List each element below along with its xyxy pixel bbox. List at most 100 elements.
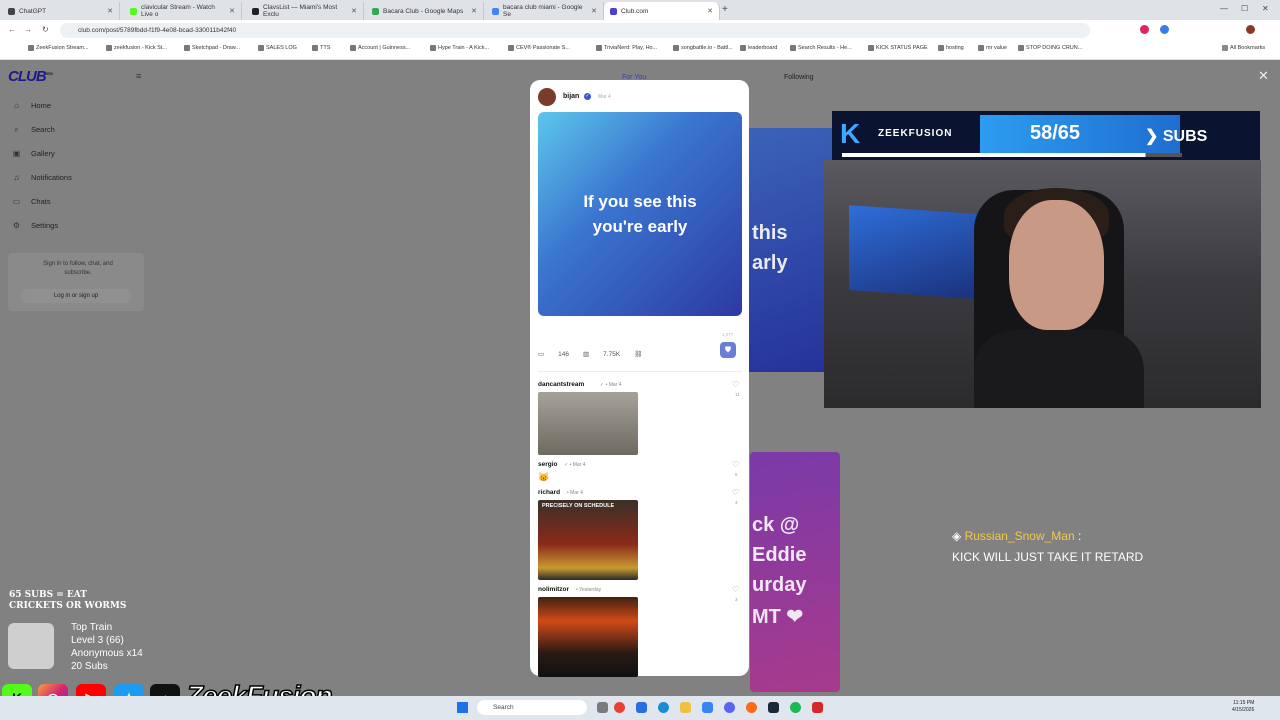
edge-icon[interactable] bbox=[658, 702, 669, 713]
reload-icon[interactable]: ↻ bbox=[42, 25, 49, 34]
menu-icon[interactable]: ≡ bbox=[136, 71, 141, 81]
comment-author[interactable]: richard bbox=[538, 489, 560, 496]
sidebar-item-home[interactable]: ⌂ Home bbox=[12, 101, 51, 110]
close-tab-icon[interactable]: ✕ bbox=[107, 7, 113, 15]
post-author[interactable]: bijan bbox=[563, 93, 579, 100]
view-count: 7.75K bbox=[603, 350, 621, 358]
url-input[interactable]: club.com/post/5789fbdd-f1f9-4e08-bcad-33… bbox=[60, 23, 1090, 38]
comment-gif[interactable]: PRECISELY ON SCHEDULE bbox=[538, 500, 638, 580]
bookmark-icon bbox=[508, 45, 514, 51]
sidebar-item-settings[interactable]: ⚙ Settings bbox=[12, 221, 58, 230]
like-count: 4 bbox=[735, 500, 738, 505]
like-icon[interactable]: ♡ bbox=[732, 380, 739, 389]
gift-icon[interactable]: ⛊ bbox=[720, 342, 736, 358]
extension-icon[interactable] bbox=[1140, 25, 1149, 34]
hype-train-line: 20 Subs bbox=[71, 661, 108, 672]
chat-username: Russian_Snow_Man bbox=[964, 529, 1075, 543]
bookmark-item[interactable]: leaderboard bbox=[740, 45, 777, 51]
bookmark-item[interactable]: CEV® Passionate S... bbox=[508, 45, 570, 51]
sub-goal-progress bbox=[842, 153, 1182, 157]
comment-author[interactable]: sergio bbox=[538, 461, 558, 468]
bookmark-item[interactable]: TTS bbox=[312, 45, 330, 51]
like-icon[interactable]: ♡ bbox=[732, 585, 739, 594]
close-tab-icon[interactable]: ✕ bbox=[707, 7, 713, 15]
bookmark-item[interactable]: hosting bbox=[938, 45, 964, 51]
bookmark-item[interactable]: SALES LOG bbox=[258, 45, 297, 51]
browser-tab[interactable]: Club.com ✕ bbox=[604, 2, 720, 20]
background-post-card[interactable]: ck @ Eddie urday MT ❤ bbox=[750, 452, 840, 692]
bookmark-item[interactable]: zeekfusion - Kick St... bbox=[106, 45, 167, 51]
bookmark-item[interactable]: STOP DOING CRUN... bbox=[1018, 45, 1082, 51]
bookmark-item[interactable]: Sketchpad - Draw... bbox=[184, 45, 240, 51]
train-icon bbox=[8, 623, 54, 669]
all-bookmarks[interactable]: All Bookmarks bbox=[1222, 45, 1265, 51]
discord-icon[interactable] bbox=[724, 702, 735, 713]
sidebar-item-chats[interactable]: ▭ Chats bbox=[12, 197, 51, 206]
like-count: 6 bbox=[735, 472, 738, 477]
spotify-icon[interactable] bbox=[790, 702, 801, 713]
file-explorer-icon[interactable] bbox=[680, 702, 691, 713]
sidebar-item-label: Search bbox=[31, 125, 55, 134]
browser-tab[interactable]: bacara club miami - Google Se ✕ bbox=[486, 2, 604, 20]
back-icon[interactable]: ← bbox=[8, 25, 16, 34]
comment-icon[interactable]: ▭ bbox=[538, 350, 544, 358]
profile-avatar[interactable] bbox=[1246, 25, 1255, 34]
extension-icon[interactable] bbox=[1160, 25, 1169, 34]
sidebar-item-label: Gallery bbox=[31, 149, 55, 158]
author-avatar[interactable] bbox=[538, 88, 556, 106]
club-logo[interactable]: CLUBBETA bbox=[8, 68, 53, 85]
comment-gif[interactable] bbox=[538, 597, 638, 677]
steam-icon[interactable] bbox=[768, 702, 779, 713]
pdf-icon[interactable] bbox=[812, 702, 823, 713]
close-tab-icon[interactable]: ✕ bbox=[591, 7, 597, 15]
sidebar-item-notifications[interactable]: ♫ Notifications bbox=[12, 173, 72, 182]
chat-message: ◈ Russian_Snow_Man : KICK WILL JUST TAKE… bbox=[952, 529, 1144, 564]
bookmark-item[interactable]: ZeekFusion Stream... bbox=[28, 45, 89, 51]
taskbar-clock[interactable]: 11:15 PM 4/15/2026 bbox=[1232, 700, 1254, 714]
bookmark-item[interactable]: Hype Train - A Kick... bbox=[430, 45, 489, 51]
tab-following[interactable]: Following bbox=[784, 74, 814, 81]
maximize-icon[interactable]: ☐ bbox=[1241, 4, 1248, 13]
minimize-icon[interactable]: — bbox=[1220, 4, 1228, 13]
bookmark-item[interactable]: mr value bbox=[978, 45, 1007, 51]
bell-icon: ♫ bbox=[13, 173, 20, 182]
browser-tab[interactable]: ChatGPT ✕ bbox=[2, 2, 120, 20]
close-tab-icon[interactable]: ✕ bbox=[351, 7, 357, 15]
post-image[interactable]: If you see this you're early bbox=[538, 112, 742, 316]
comment-author[interactable]: dancantstream bbox=[538, 381, 584, 388]
sidebar-item-search[interactable]: ⌕ Search bbox=[12, 125, 55, 134]
bookmark-icon bbox=[430, 45, 436, 51]
like-icon[interactable]: ♡ bbox=[732, 460, 739, 469]
mail-icon[interactable] bbox=[702, 702, 713, 713]
forward-icon[interactable]: → bbox=[24, 25, 32, 34]
browser-tab[interactable]: ClavsList — Miami's Most Exclu ✕ bbox=[246, 2, 364, 20]
browser-tab[interactable]: clavicular Stream - Watch Live o ✕ bbox=[124, 2, 242, 20]
tab-title: bacara club miami - Google Se bbox=[503, 4, 583, 18]
link-icon[interactable]: ⛓ bbox=[634, 350, 642, 358]
close-tab-icon[interactable]: ✕ bbox=[229, 7, 235, 15]
like-icon[interactable]: ♡ bbox=[732, 488, 739, 497]
login-button[interactable]: Log in or sign up bbox=[20, 289, 132, 303]
bookmark-item[interactable]: Account | Guinness... bbox=[350, 45, 410, 51]
bookmark-item[interactable]: Search Results - He... bbox=[790, 45, 852, 51]
bookmark-item[interactable]: songbattle.io - Battl... bbox=[673, 45, 733, 51]
taskbar-search-input[interactable]: Search bbox=[477, 700, 587, 715]
comment-gif[interactable] bbox=[538, 392, 638, 455]
bookmark-item[interactable]: TriviaNerd: Play, Ho... bbox=[596, 45, 657, 51]
browser-tab[interactable]: Bacara Club - Google Maps ✕ bbox=[366, 2, 484, 20]
background-post-card[interactable]: this arly bbox=[748, 128, 834, 372]
close-icon[interactable]: ✕ bbox=[1258, 68, 1269, 84]
chrome-icon[interactable] bbox=[614, 702, 625, 713]
sidebar-item-gallery[interactable]: ▣ Gallery bbox=[12, 149, 55, 158]
close-tab-icon[interactable]: ✕ bbox=[471, 7, 477, 15]
gallery-icon: ▣ bbox=[12, 149, 21, 158]
comment-author[interactable]: nolimitzor bbox=[538, 586, 569, 593]
bookmark-icon bbox=[596, 45, 602, 51]
new-tab-button[interactable]: + bbox=[722, 4, 728, 15]
windows-start-icon[interactable] bbox=[457, 702, 468, 713]
app-icon[interactable] bbox=[636, 702, 647, 713]
task-view-icon[interactable] bbox=[597, 702, 608, 713]
firefox-icon[interactable] bbox=[746, 702, 757, 713]
close-window-icon[interactable]: ✕ bbox=[1262, 4, 1269, 13]
bookmark-item[interactable]: KICK STATUS PAGE bbox=[868, 45, 928, 51]
